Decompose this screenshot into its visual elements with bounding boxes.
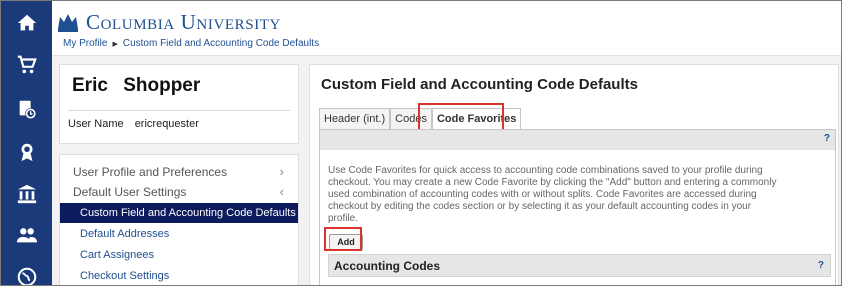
cart-icon xyxy=(17,55,37,74)
breadcrumb-separator-icon: ▶ xyxy=(112,40,118,48)
nav-item-label: Default Addresses xyxy=(80,228,170,240)
page-title: Custom Field and Accounting Code Default… xyxy=(321,76,638,93)
brand-logo[interactable]: Columbia University xyxy=(56,9,281,35)
app-window: Columbia University My Profile ▶ Custom … xyxy=(0,0,842,286)
home-nav-button[interactable] xyxy=(1,3,52,43)
user-last-name: Shopper xyxy=(123,75,201,96)
code-favorites-description: Use Code Favorites for quick access to a… xyxy=(328,165,777,224)
breadcrumb-current-page[interactable]: Custom Field and Accounting Code Default… xyxy=(123,38,319,49)
tab-header-int[interactable]: Header (int.) xyxy=(319,108,391,130)
nav-item-label: Cart Assignees xyxy=(80,249,154,261)
profile-nav: User Profile and Preferences › Default U… xyxy=(59,154,299,285)
tab-codes[interactable]: Codes xyxy=(390,108,432,130)
user-display-name: Eric Shopper xyxy=(72,75,200,97)
nav-item-label: Default User Settings xyxy=(73,185,187,199)
bank-icon xyxy=(17,184,36,204)
accounting-codes-header: Accounting Codes ? xyxy=(328,254,831,277)
globe-nav-button[interactable] xyxy=(1,257,52,285)
profile-card: Eric Shopper User Name ericrequester xyxy=(59,64,299,144)
help-icon[interactable]: ? xyxy=(824,133,830,144)
nav-user-profile-preferences[interactable]: User Profile and Preferences › xyxy=(60,162,298,182)
nav-custom-field-defaults[interactable]: Custom Field and Accounting Code Default… xyxy=(60,203,298,223)
home-icon xyxy=(17,14,36,31)
chevron-down-icon: ‹ xyxy=(279,184,284,199)
brand-name: Columbia University xyxy=(86,9,281,34)
orders-clock-icon xyxy=(19,100,36,120)
tab-strip: Header (int.) Codes Code Favorites xyxy=(319,108,522,130)
accounting-codes-title: Accounting Codes xyxy=(334,259,441,273)
award-icon xyxy=(21,143,32,162)
username-value: ericrequester xyxy=(134,118,199,130)
award-nav-button[interactable] xyxy=(1,132,52,172)
tab-content: ? Use Code Favorites for quick access to… xyxy=(319,129,836,285)
main-panel: Custom Field and Accounting Code Default… xyxy=(309,64,839,285)
help-icon[interactable]: ? xyxy=(818,260,824,271)
icon-rail xyxy=(1,1,52,285)
users-icon xyxy=(16,228,37,243)
breadcrumb-my-profile[interactable]: My Profile xyxy=(63,38,107,49)
user-first-name: Eric xyxy=(72,75,108,96)
nav-cart-assignees[interactable]: Cart Assignees xyxy=(60,245,298,265)
username-row: User Name ericrequester xyxy=(68,118,199,130)
nav-default-user-settings[interactable]: Default User Settings ‹ xyxy=(60,182,298,202)
chevron-right-icon: › xyxy=(279,164,284,179)
nav-item-label: User Profile and Preferences xyxy=(73,165,228,179)
nav-item-label: Custom Field and Accounting Code Default… xyxy=(80,207,296,219)
username-label: User Name xyxy=(68,118,124,130)
nav-checkout-settings[interactable]: Checkout Settings xyxy=(60,266,298,285)
add-button[interactable]: Add xyxy=(329,234,363,250)
breadcrumb: My Profile ▶ Custom Field and Accounting… xyxy=(63,38,319,49)
crown-logo-icon xyxy=(58,14,78,32)
nav-default-addresses[interactable]: Default Addresses xyxy=(60,224,298,244)
divider xyxy=(68,110,290,111)
top-header: Columbia University My Profile ▶ Custom … xyxy=(52,1,841,56)
orders-nav-button[interactable] xyxy=(1,89,52,129)
bank-nav-button[interactable] xyxy=(1,174,52,214)
help-bar: ? xyxy=(320,130,835,150)
cart-nav-button[interactable] xyxy=(1,45,52,85)
globe-icon xyxy=(17,267,36,285)
users-nav-button[interactable] xyxy=(1,215,52,255)
tab-code-favorites[interactable]: Code Favorites xyxy=(431,108,522,130)
nav-item-label: Checkout Settings xyxy=(80,270,170,282)
